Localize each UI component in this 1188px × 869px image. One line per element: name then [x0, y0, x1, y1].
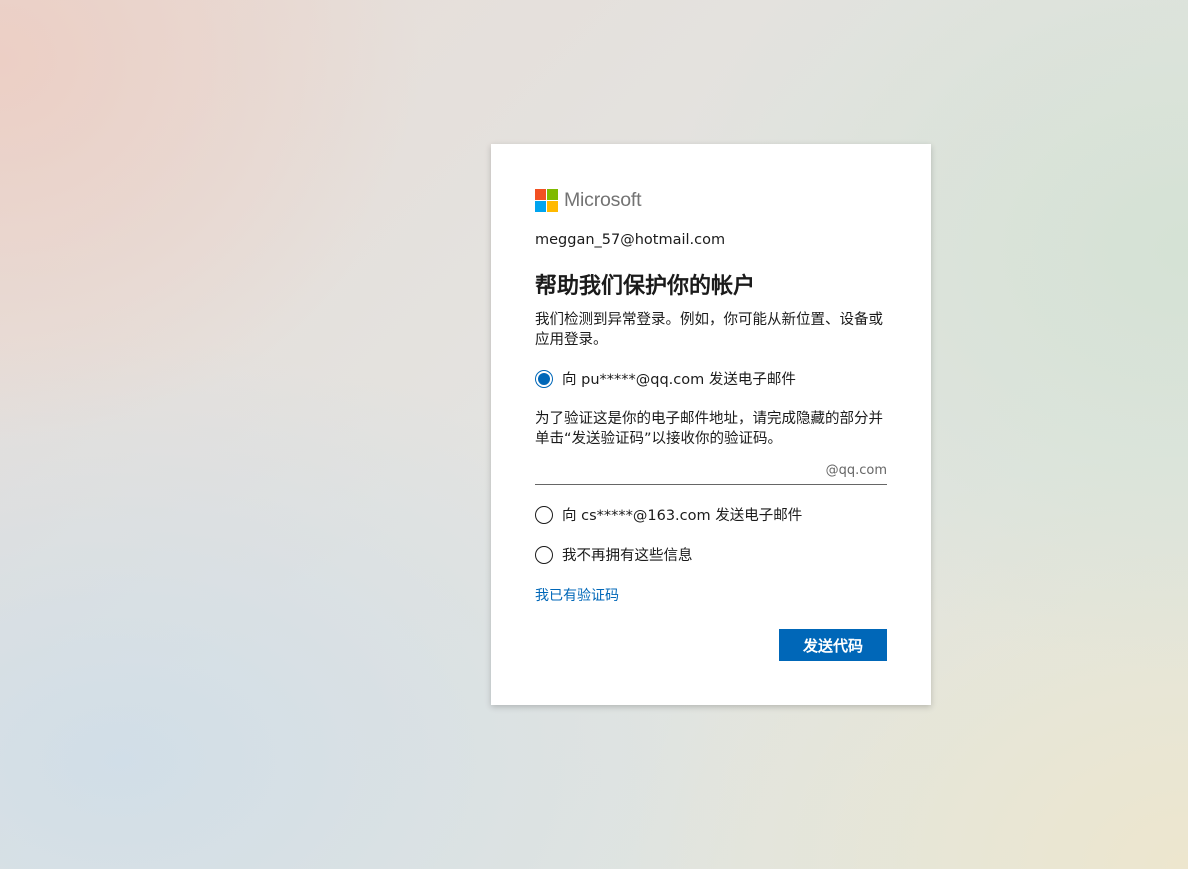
have-code-link[interactable]: 我已有验证码 [535, 585, 619, 605]
account-identity: meggan_57@hotmail.com [535, 232, 726, 248]
send-code-button[interactable]: 发送代码 [779, 629, 887, 661]
radio-button[interactable] [535, 545, 553, 564]
option-label: 向 pu*****@qq.com 发送电子邮件 [562, 372, 796, 388]
email-domain-suffix: @qq.com [825, 463, 887, 478]
logo-text: Microsoft [564, 188, 642, 211]
microsoft-logo: Microsoft [535, 188, 641, 212]
page-title: 帮助我们保护你的帐户 [535, 274, 756, 299]
microsoft-logo-icon [535, 188, 558, 212]
verify-instructions: 为了验证这是你的电子邮件地址，请完成隐藏的部分并单击“发送验证码”以接收你的验证… [535, 411, 883, 447]
radio-button-checked[interactable] [535, 369, 553, 388]
option-label: 向 cs*****@163.com 发送电子邮件 [562, 508, 803, 524]
radio-button[interactable] [535, 505, 553, 524]
email-input[interactable] [535, 453, 826, 483]
description-text: 我们检测到异常登录。例如，你可能从新位置、设备或应用登录。 [535, 312, 883, 348]
option-email-qq[interactable]: 向 pu*****@qq.com 发送电子邮件 [535, 368, 796, 389]
option-no-access[interactable]: 我不再拥有这些信息 [535, 544, 693, 565]
option-label: 我不再拥有这些信息 [562, 548, 693, 564]
option-email-163[interactable]: 向 cs*****@163.com 发送电子邮件 [535, 504, 802, 525]
email-field: @qq.com [535, 452, 887, 485]
signin-card: Microsoft meggan_57@hotmail.com 帮助我们保护你的… [491, 144, 931, 705]
